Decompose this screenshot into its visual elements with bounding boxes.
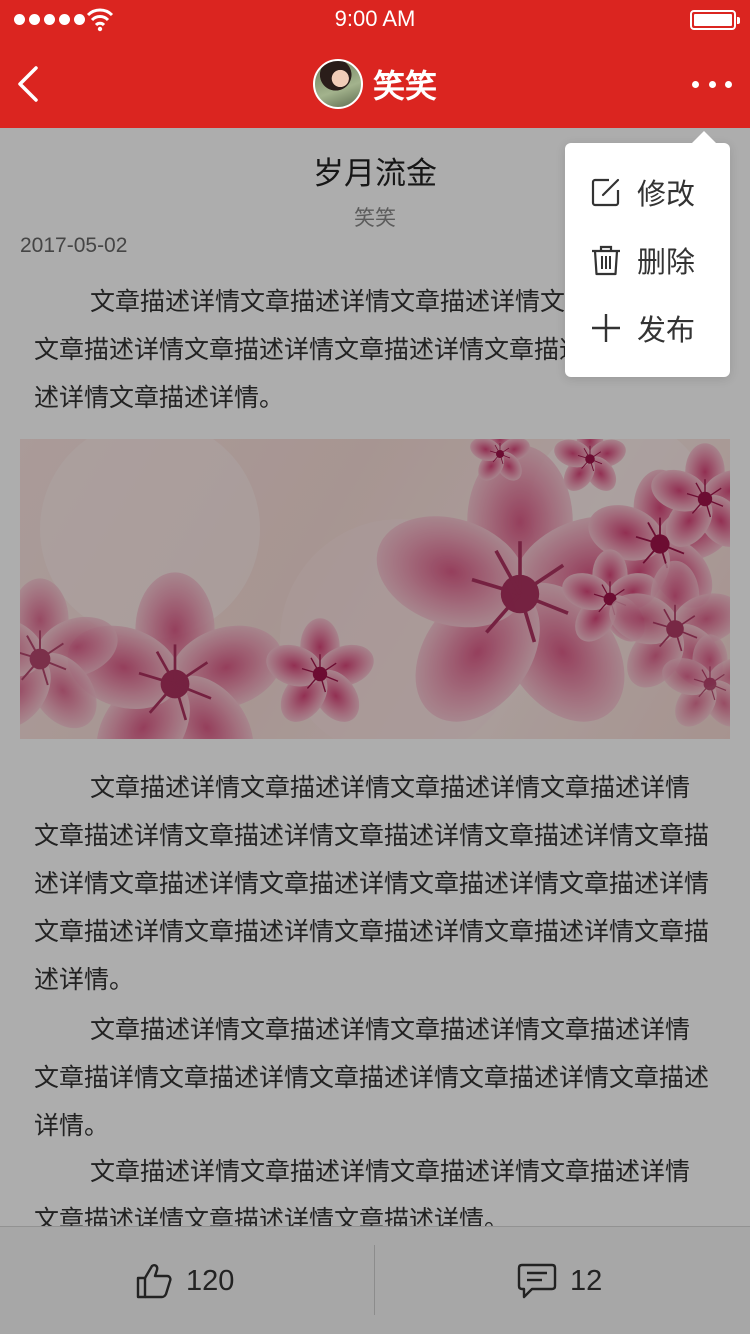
edit-icon (591, 178, 620, 207)
menu-item-publish[interactable]: 发布 (565, 295, 730, 361)
more-popup-menu: 修改 删除 发布 (565, 131, 730, 377)
popup-arrow (692, 131, 716, 143)
battery-icon (690, 10, 740, 30)
avatar[interactable] (312, 59, 363, 109)
menu-item-label: 删除 (637, 245, 696, 279)
nav-title-group: 笑笑 (0, 40, 750, 128)
nav-bar: 笑笑 (0, 40, 750, 128)
menu-item-delete[interactable]: 删除 (565, 227, 730, 293)
nav-title: 笑笑 (372, 67, 437, 105)
status-time: 9:00 AM (334, 6, 416, 31)
status-bar: 9:00 AM (0, 0, 750, 40)
menu-item-label: 修改 (637, 177, 696, 211)
more-icon[interactable] (692, 70, 732, 98)
plus-icon (592, 314, 620, 342)
menu-item-label: 发布 (637, 313, 696, 347)
menu-item-edit[interactable]: 修改 (565, 159, 730, 225)
trash-icon (592, 245, 620, 276)
